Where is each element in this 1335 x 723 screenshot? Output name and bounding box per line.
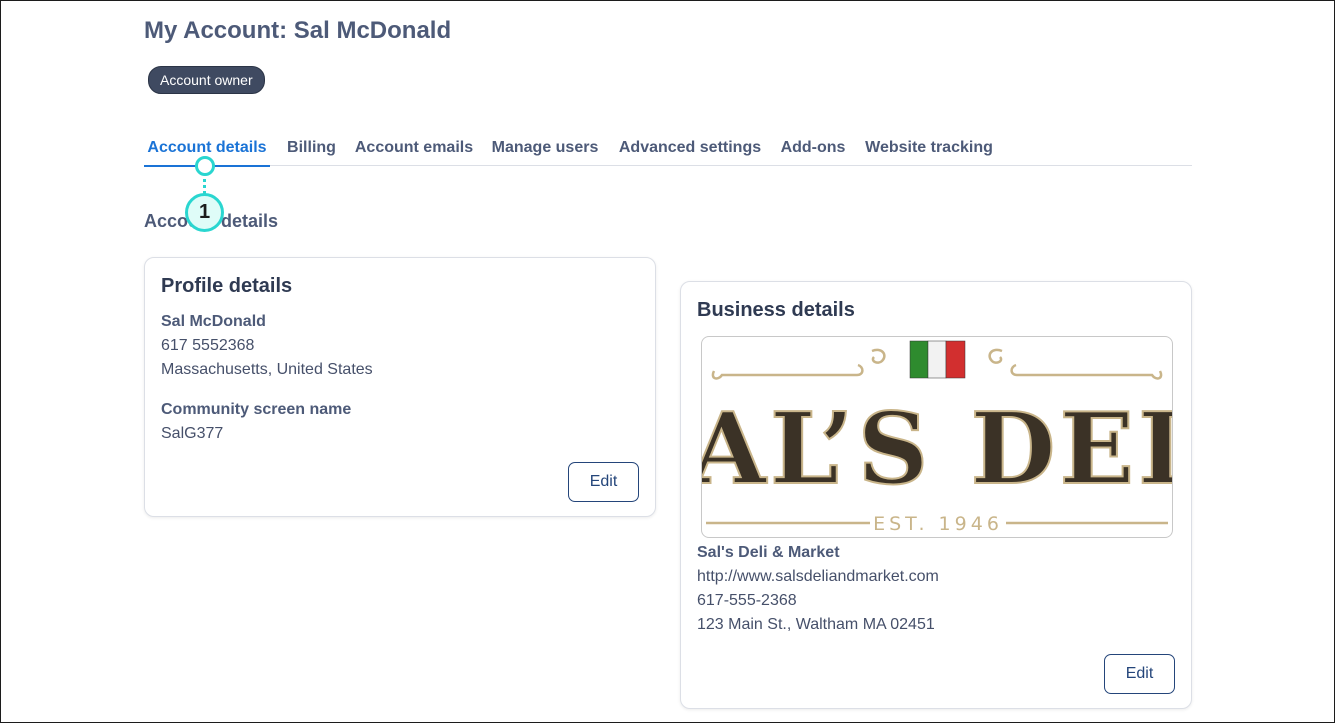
logo-wordmark: AL’S DEL: [702, 392, 1172, 507]
page-title: My Account: Sal McDonald: [144, 17, 452, 44]
profile-phone: 617 5552368: [161, 337, 255, 354]
tab-manage-users[interactable]: Manage users: [490, 132, 600, 166]
business-card-title: Business details: [697, 299, 855, 321]
tab-website-tracking[interactable]: Website tracking: [862, 132, 996, 166]
flag-white-stripe: [927, 340, 947, 379]
business-details-card: Business details AL’S DEL EST. 1946 Sal'…: [680, 281, 1192, 709]
account-tabs: Account details Billing Account emails M…: [144, 132, 1192, 167]
callout-target-dot: [195, 156, 215, 176]
tab-advanced-settings[interactable]: Advanced settings: [617, 132, 763, 166]
callout-number-badge: 1: [185, 193, 224, 232]
business-logo-image: AL’S DEL EST. 1946: [702, 340, 1172, 535]
tab-account-emails[interactable]: Account emails: [353, 132, 475, 166]
flag-red-stripe: [945, 340, 966, 379]
business-name: Sal's Deli & Market: [697, 544, 840, 561]
screen-name-value: SalG377: [161, 425, 224, 442]
business-website: http://www.salsdeliandmarket.com: [697, 568, 939, 585]
business-edit-button[interactable]: Edit: [1104, 654, 1175, 694]
profile-details-card: Profile details Sal McDonald 617 5552368…: [144, 257, 656, 517]
screen-name-label: Community screen name: [161, 401, 352, 418]
logo-est-text: EST. 1946: [873, 513, 1003, 535]
tab-add-ons[interactable]: Add-ons: [778, 132, 848, 166]
account-owner-badge: Account owner: [148, 66, 265, 94]
profile-name: Sal McDonald: [161, 313, 266, 330]
profile-card-title: Profile details: [161, 275, 293, 297]
business-address: 123 Main St., Waltham MA 02451: [697, 616, 935, 633]
business-logo: AL’S DEL EST. 1946: [701, 336, 1173, 538]
business-phone: 617-555-2368: [697, 592, 797, 609]
profile-edit-button[interactable]: Edit: [568, 462, 639, 502]
flag-green-stripe: [909, 340, 929, 379]
profile-location: Massachusetts, United States: [161, 361, 373, 378]
tab-billing[interactable]: Billing: [283, 132, 340, 166]
